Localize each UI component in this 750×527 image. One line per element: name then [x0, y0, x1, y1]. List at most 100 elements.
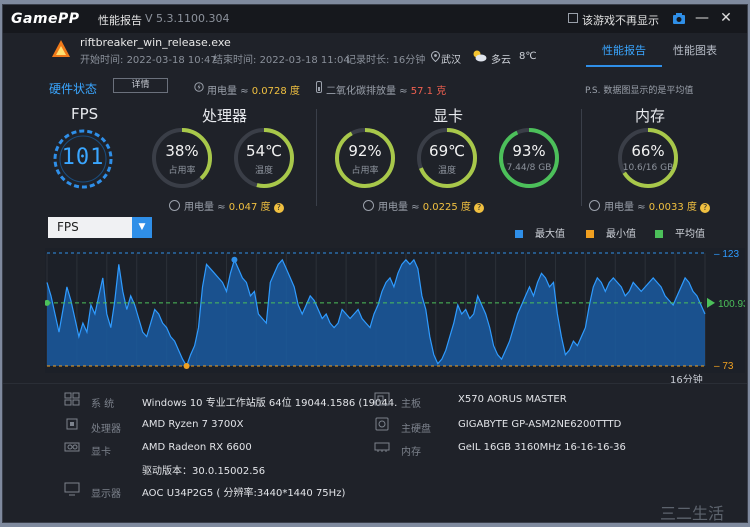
city-label: 武汉: [441, 55, 461, 66]
help-icon[interactable]: ?: [700, 203, 711, 213]
outdoor-temp: 8℃: [519, 51, 537, 62]
record-duration: 记录时长: 16分钟: [346, 55, 426, 66]
windows-icon: [64, 392, 80, 406]
cpu-section-title: 处理器: [202, 107, 248, 125]
metric-select-value: FPS: [57, 220, 79, 234]
watermark: 三二生活: [660, 504, 725, 523]
window-title: 性能报告: [98, 14, 142, 27]
memory-gauge: 66% 10.6/16 GB: [617, 127, 679, 189]
monitor-key: 显示器: [91, 489, 121, 500]
legend-swatch-avg: [655, 230, 663, 238]
fps-section-title: FPS: [71, 105, 99, 123]
help-icon[interactable]: ?: [474, 203, 485, 213]
gpu-memory-label: 7.44/8 GB: [506, 163, 552, 173]
section-divider: [316, 109, 317, 206]
title-bar[interactable]: GamePP 性能报告 V 5.3.1100.304 该游戏不再显示 — ✕: [3, 5, 747, 33]
memory-value: GeIL 16GB 3160MHz 16-16-16-36: [458, 442, 626, 453]
version-label: V 5.3.1100.304: [145, 12, 230, 25]
app-logo: GamePP: [11, 11, 80, 27]
memory-section-title: 内存: [635, 107, 666, 125]
cpu-temp-value: 54℃: [246, 142, 282, 160]
gpu-power: 用电量 ≈ 0.0225 度 ?: [363, 198, 485, 213]
cpu-power: 用电量 ≈ 0.047 度 ?: [169, 198, 284, 213]
fps-average-value: 101: [61, 145, 105, 170]
co2-icon: [316, 81, 322, 93]
disk-icon: [375, 417, 389, 431]
gpu-memory-value: 93%: [512, 142, 546, 160]
gpu-card-icon: [64, 442, 80, 452]
cpu-temp-label: 温度: [254, 166, 273, 176]
cpu-temp-gauge: 54℃ 温度: [233, 127, 295, 189]
monitor-icon: [64, 482, 80, 496]
chevron-down-icon[interactable]: ▼: [132, 217, 152, 238]
gpu-section-title: 显卡: [433, 107, 464, 125]
y-min-label: – 73: [714, 361, 734, 372]
power-icon: [363, 200, 374, 211]
cpu-usage-value: 38%: [165, 142, 199, 160]
tab-performance-chart[interactable]: 性能图表: [673, 42, 717, 58]
min-point: [183, 363, 190, 369]
power-icon: [589, 200, 600, 211]
tab-performance-report[interactable]: 性能报告: [602, 42, 646, 58]
memory-icon: [374, 442, 390, 452]
power-icon: [194, 82, 204, 92]
divider: [3, 383, 747, 384]
gpu-temp-value: 69℃: [429, 142, 465, 160]
gpu-usage-label: 占用率: [351, 166, 379, 176]
disk-value: GIGABYTE GP-ASM2NE6200TTTD: [458, 419, 622, 430]
report-window: GamePP 性能报告 V 5.3.1100.304 该游戏不再显示 — ✕ r…: [2, 4, 748, 523]
end-time: 结束时间: 2022-03-18 11:04: [213, 55, 350, 66]
minimize-button[interactable]: —: [692, 8, 712, 28]
camera-icon[interactable]: [672, 11, 686, 25]
gpu-usage-gauge: 92% 占用率: [334, 127, 396, 189]
start-time: 开始时间: 2022-03-18 10:47: [80, 55, 217, 66]
cloudy-weather-icon: [473, 50, 487, 62]
legend-swatch-max: [515, 230, 523, 238]
gpu-key: 显卡: [91, 447, 111, 458]
legend-min: 最小值: [586, 225, 636, 240]
fps-chart[interactable]: – 123 – 73 100.93: [45, 248, 745, 373]
disk-key: 主硬盘: [401, 424, 431, 435]
os-key: 系 统: [91, 399, 115, 410]
legend-swatch-min: [586, 230, 594, 238]
cpu-usage-gauge: 38% 占用率: [151, 127, 213, 189]
cpu-key: 处理器: [91, 424, 121, 435]
motherboard-icon: [374, 392, 390, 406]
game-app-icon: [52, 40, 70, 57]
gpu-driver-version: 驱动版本：30.0.15002.56: [142, 466, 266, 477]
cpu-value: AMD Ryzen 7 3700X: [142, 419, 244, 430]
os-value: Windows 10 专业工作站版 64位 19044.1586 (19044.: [142, 398, 398, 409]
gpu-memory-gauge: 93% 7.44/8 GB: [498, 127, 560, 189]
memory-key: 内存: [401, 447, 421, 458]
y-max-label: – 123: [714, 249, 739, 260]
location-icon: [431, 51, 440, 62]
monitor-value: AOC U34P2G5 ( 分辨率:3440*1440 75Hz): [142, 488, 346, 499]
legend-avg: 平均值: [655, 225, 705, 240]
metric-select[interactable]: FPS ▼: [48, 217, 152, 238]
max-point: [231, 256, 238, 263]
total-power: 用电量 ≈ 0.0728 度: [207, 86, 300, 97]
section-divider: [581, 109, 582, 206]
help-icon[interactable]: ?: [273, 203, 284, 213]
game-executable-name: riftbreaker_win_release.exe: [80, 36, 231, 49]
hardware-status-label: 硬件状态: [49, 82, 98, 96]
average-note: P.S. 数据图显示的是平均值: [585, 86, 694, 96]
power-icon: [169, 200, 180, 211]
memory-power: 用电量 ≈ 0.0033 度 ?: [589, 198, 711, 213]
active-tab-indicator: [586, 65, 662, 67]
close-button[interactable]: ✕: [716, 8, 736, 28]
memory-label: 10.6/16 GB: [622, 163, 674, 173]
details-button[interactable]: 详情: [113, 78, 168, 93]
gpu-temp-label: 温度: [437, 166, 456, 176]
cpu-usage-label: 占用率: [168, 166, 196, 176]
fps-gauge: 101: [52, 128, 114, 190]
weather-label: 多云: [491, 55, 511, 66]
cpu-icon: [66, 418, 78, 430]
motherboard-key: 主板: [401, 399, 421, 410]
co2-emission: 二氧化碳排放量 ≈ 57.1 克: [326, 86, 447, 97]
gpu-temp-gauge: 69℃ 温度: [416, 127, 478, 189]
dont-show-label[interactable]: 该游戏不再显示: [582, 12, 659, 28]
gpu-usage-value: 92%: [348, 142, 382, 160]
legend-max: 最大值: [515, 225, 565, 240]
dont-show-checkbox[interactable]: [568, 13, 578, 23]
